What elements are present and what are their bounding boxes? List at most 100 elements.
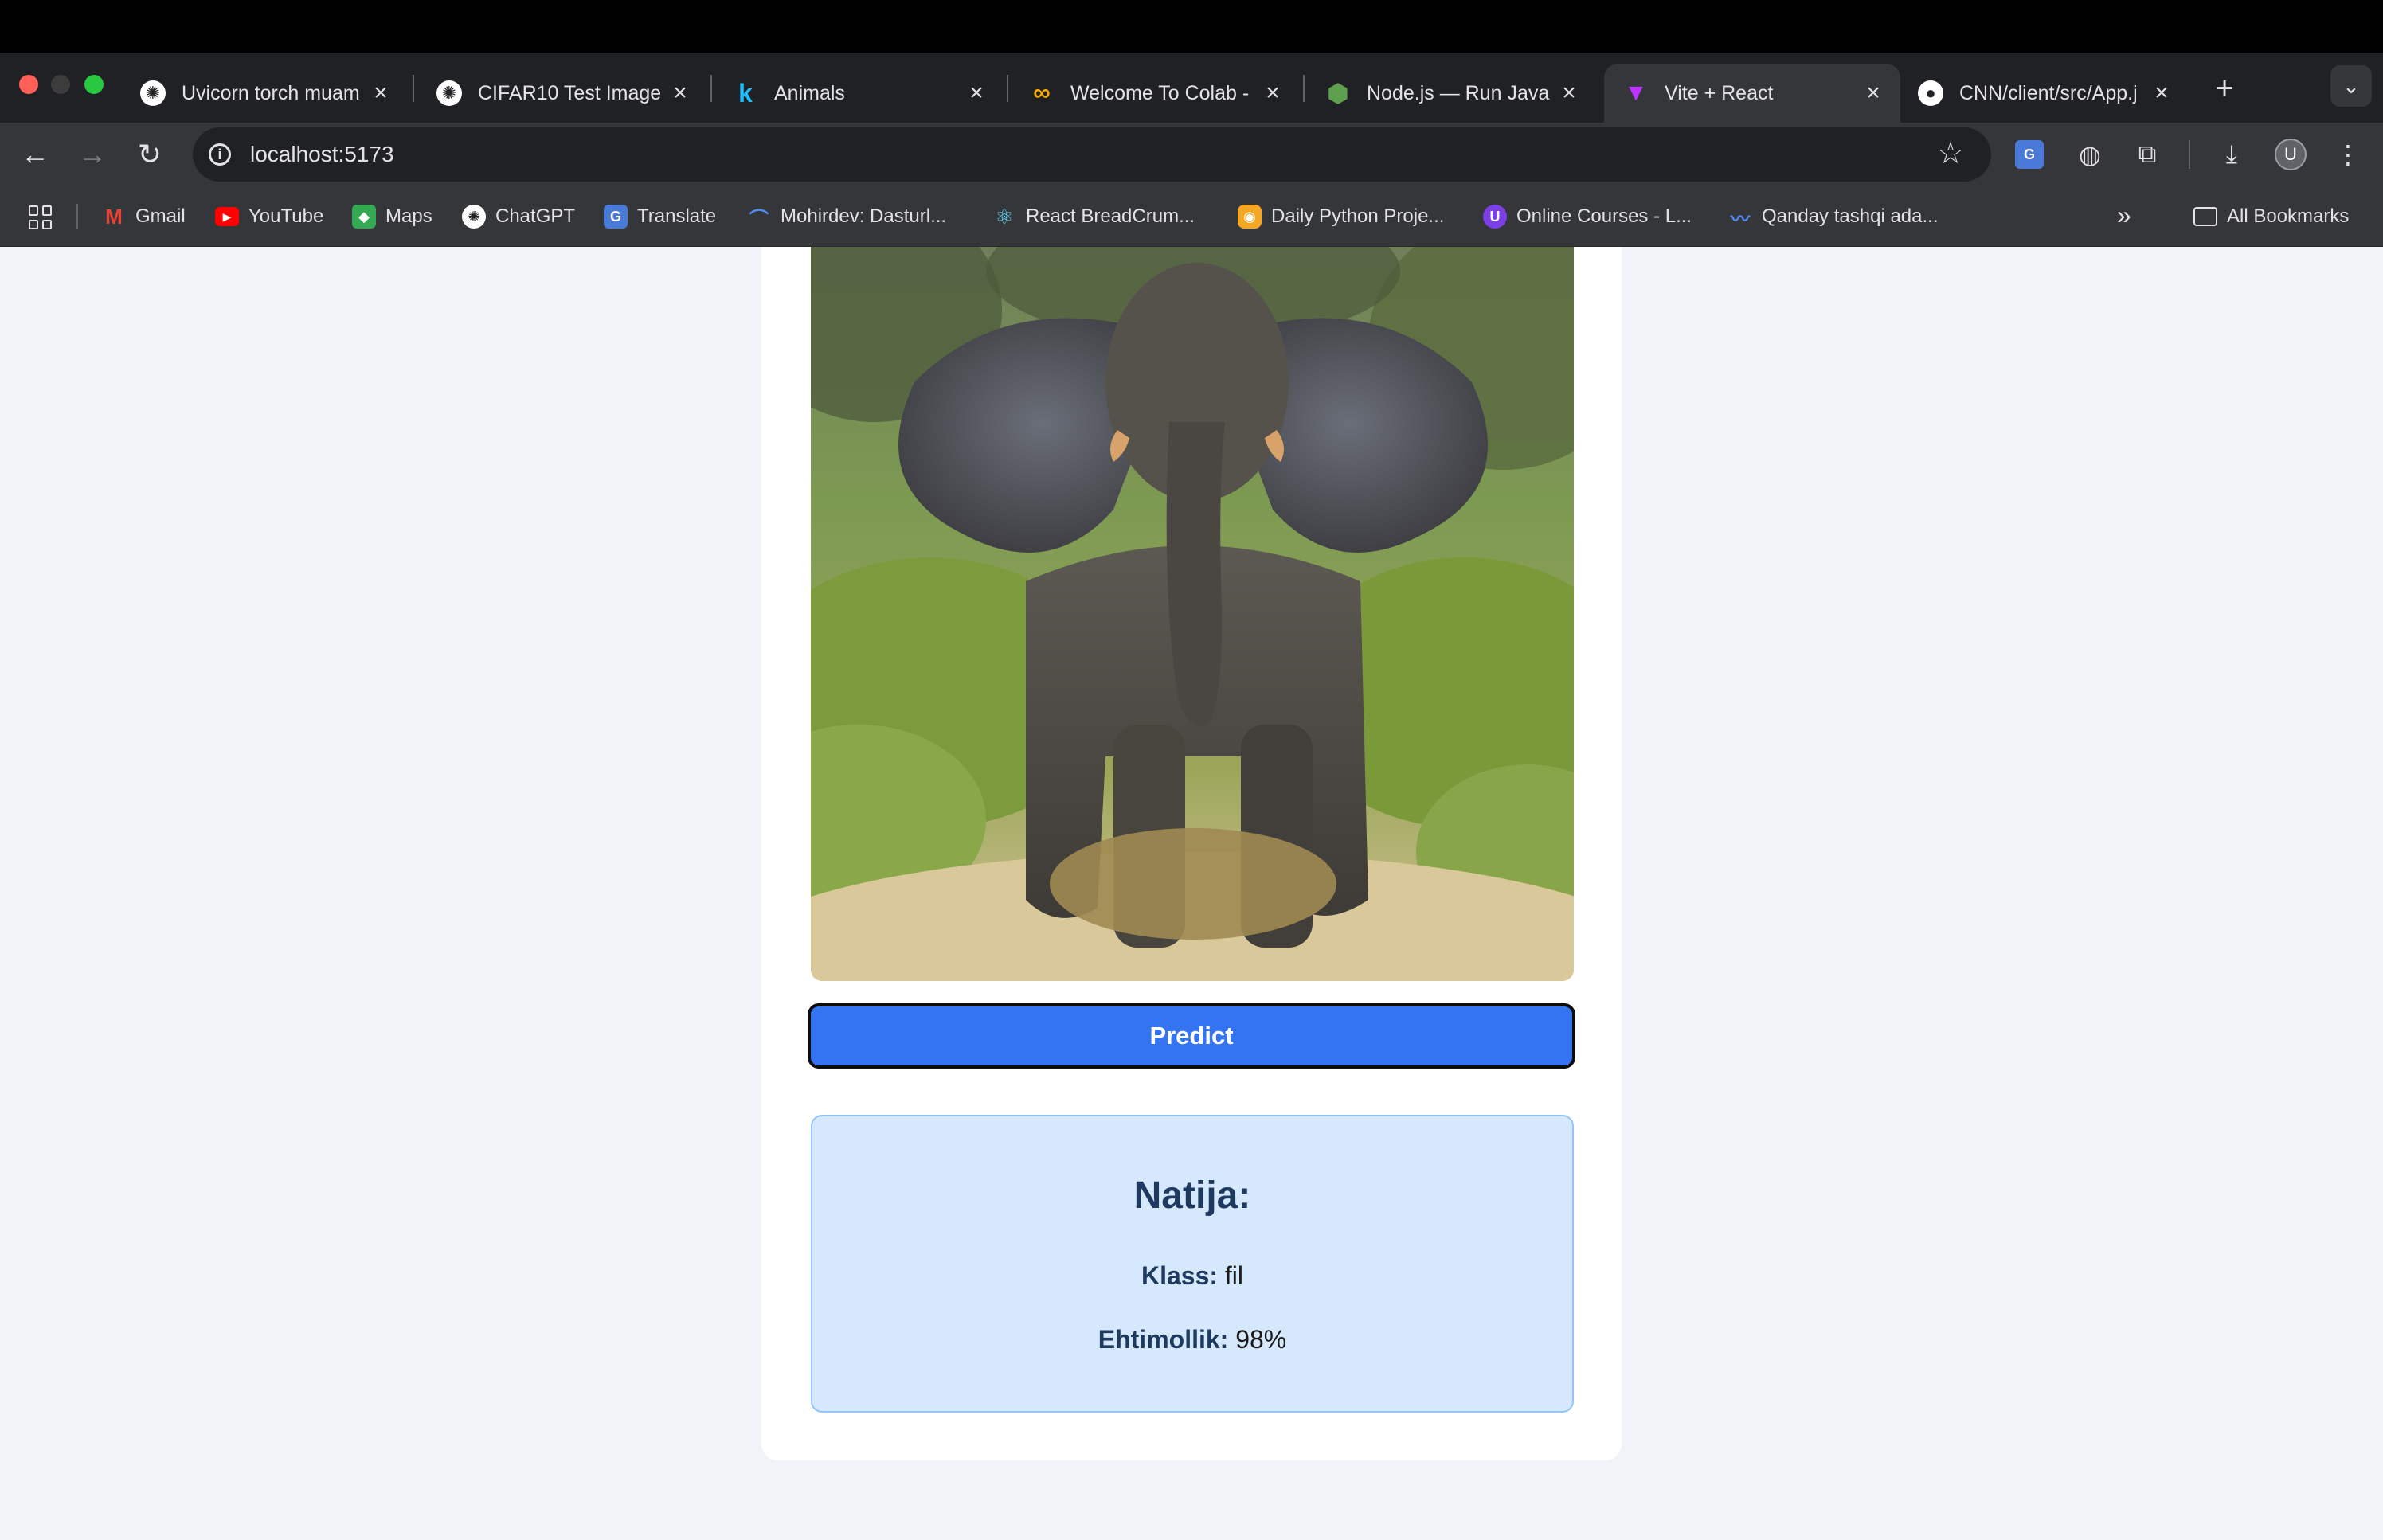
bookmark-label: ChatGPT — [495, 205, 576, 227]
bookmark-star-icon[interactable]: ☆ — [1937, 135, 1964, 171]
bookmark-label: All Bookmarks — [2227, 205, 2350, 227]
bookmark-mohirdev[interactable]: ⌒ Mohirdev: Dasturl... — [747, 202, 946, 231]
colab-icon: ∞ — [1033, 80, 1051, 106]
tab-uvicorn[interactable]: ✺ Uvicorn torch muam × — [121, 64, 408, 123]
tab-divider — [710, 75, 712, 102]
python-icon: ◉ — [1238, 205, 1262, 229]
bookmark-maps[interactable]: ◆ Maps — [352, 202, 432, 231]
chevron-down-icon: ⌄ — [2342, 73, 2360, 98]
close-icon[interactable]: × — [1556, 80, 1582, 106]
gmail-icon: M — [105, 204, 123, 229]
page-viewport: Predict Natija: Klass: fil Ehtimollik: 9… — [0, 247, 2383, 1540]
bookmark-translate[interactable]: G Translate — [604, 202, 716, 231]
bookmark-label: React BreadCrum... — [1026, 205, 1195, 227]
courses-icon: U — [1483, 205, 1507, 229]
tab-github[interactable]: ● CNN/client/src/App.j × — [1899, 64, 2189, 123]
wave-icon: 〰 — [1731, 208, 1750, 230]
site-info-icon[interactable]: i — [209, 143, 231, 166]
all-bookmarks[interactable]: All Bookmarks — [2193, 202, 2349, 231]
more-bookmarks-icon[interactable]: » — [2117, 201, 2131, 230]
tab-title: Animals — [774, 81, 845, 104]
bookmark-label: Maps — [385, 205, 432, 227]
tab-divider — [1007, 75, 1008, 102]
result-heading: Natija: — [1133, 1175, 1251, 1217]
kaggle-icon: k — [738, 78, 753, 107]
tab-title: Node.js — Run Java — [1367, 81, 1550, 104]
maps-icon: ◆ — [352, 205, 376, 229]
tab-title: Welcome To Colab - — [1070, 81, 1250, 104]
arrow-left-icon: ← — [21, 138, 49, 170]
bookmark-label: YouTube — [248, 205, 324, 227]
back-button[interactable]: ← — [16, 135, 54, 174]
close-icon[interactable]: × — [2149, 80, 2174, 106]
window-close-button[interactable] — [19, 75, 38, 94]
bookmark-label: Mohirdev: Dasturl... — [781, 205, 947, 227]
reload-button[interactable]: ↻ — [131, 135, 169, 174]
bookmark-label: Gmail — [135, 205, 186, 227]
chatgpt-icon: ✺ — [462, 205, 486, 229]
bookmark-label: Online Courses - L... — [1516, 205, 1692, 227]
bookmark-label: Daily Python Proje... — [1271, 205, 1445, 227]
bookmark-chatgpt[interactable]: ✺ ChatGPT — [462, 202, 575, 231]
new-tab-button[interactable]: + — [2205, 68, 2244, 108]
close-icon[interactable]: × — [667, 80, 693, 106]
result-class-row: Klass: fil — [812, 1261, 1572, 1291]
tab-vite-react[interactable]: ▼ Vite + React × — [1604, 64, 1900, 123]
window-zoom-button[interactable] — [84, 75, 104, 94]
bookmark-gmail[interactable]: M Gmail — [102, 202, 186, 231]
chatgpt-icon: ✺ — [140, 80, 166, 106]
result-probability-row: Ehtimollik: 98% — [812, 1325, 1572, 1354]
tab-cifar10[interactable]: ✺ CIFAR10 Test Image × — [417, 64, 707, 123]
bookmark-react-breadcrumbs[interactable]: ⚛ React BreadCrum... — [992, 202, 1195, 231]
folder-icon — [2193, 207, 2217, 226]
close-icon[interactable]: × — [1260, 80, 1285, 106]
bookmark-online-courses[interactable]: U Online Courses - L... — [1483, 202, 1692, 231]
tab-nodejs[interactable]: ⬢ Node.js — Run Java × — [1306, 64, 1596, 123]
chatgpt-icon: ✺ — [436, 80, 462, 106]
close-icon[interactable]: × — [368, 80, 393, 106]
forward-button[interactable]: → — [73, 135, 112, 174]
class-value: fil — [1224, 1261, 1244, 1290]
predict-button[interactable]: Predict — [808, 1003, 1575, 1069]
nodejs-icon: ⬢ — [1327, 79, 1349, 107]
extensions-puzzle-icon[interactable]: ⧉ — [2130, 137, 2165, 172]
bookmark-label: Qanday tashqi ada... — [1762, 205, 1939, 227]
tab-search-button[interactable]: ⌄ — [2330, 65, 2372, 107]
probability-value: 98% — [1235, 1325, 1287, 1354]
tab-title: Uvicorn torch muam — [182, 81, 360, 104]
tab-colab[interactable]: ∞ Welcome To Colab - × — [1010, 64, 1300, 123]
github-icon: ● — [1918, 80, 1943, 106]
url-text[interactable]: localhost:5173 — [250, 142, 394, 167]
vite-icon: ▼ — [1624, 80, 1648, 106]
download-icon[interactable]: ⤓ — [2214, 137, 2249, 172]
react-icon: ⚛ — [995, 204, 1014, 229]
google-translate-icon[interactable]: G — [2015, 140, 2044, 169]
bookmarks-divider — [76, 204, 78, 229]
bookmark-daily-python[interactable]: ◉ Daily Python Proje... — [1238, 202, 1444, 231]
mohirdev-icon: ⌒ — [749, 208, 769, 230]
os-menubar — [0, 0, 2383, 53]
tab-title: CNN/client/src/App.j — [1959, 81, 2138, 104]
toolbar-divider — [2189, 140, 2190, 169]
bookmark-qanday[interactable]: 〰 Qanday tashqi ada... — [1728, 202, 1938, 231]
tab-animals[interactable]: k Animals × — [714, 64, 1004, 123]
tab-divider — [1303, 75, 1305, 102]
translate-icon: G — [604, 205, 628, 229]
apps-grid-icon[interactable] — [29, 205, 53, 229]
tab-divider — [413, 75, 414, 102]
uploaded-image-preview — [811, 247, 1574, 981]
address-bar[interactable] — [193, 127, 1991, 182]
arrow-right-icon: → — [78, 138, 107, 170]
more-menu-icon[interactable]: ⋮ — [2330, 137, 2365, 172]
globe-icon[interactable]: ◍ — [2072, 137, 2107, 172]
reload-icon: ↻ — [137, 138, 162, 170]
result-panel: Natija: Klass: fil Ehtimollik: 98% — [811, 1115, 1574, 1413]
probability-label: Ehtimollik: — [1098, 1325, 1236, 1354]
close-icon[interactable]: × — [964, 80, 989, 106]
elephant-photo — [811, 247, 1574, 981]
window-minimize-button[interactable] — [51, 75, 70, 94]
profile-avatar[interactable]: U — [2275, 139, 2307, 170]
close-icon[interactable]: × — [1861, 80, 1886, 106]
youtube-icon: ▶ — [215, 207, 239, 226]
bookmark-youtube[interactable]: ▶ YouTube — [215, 202, 323, 231]
